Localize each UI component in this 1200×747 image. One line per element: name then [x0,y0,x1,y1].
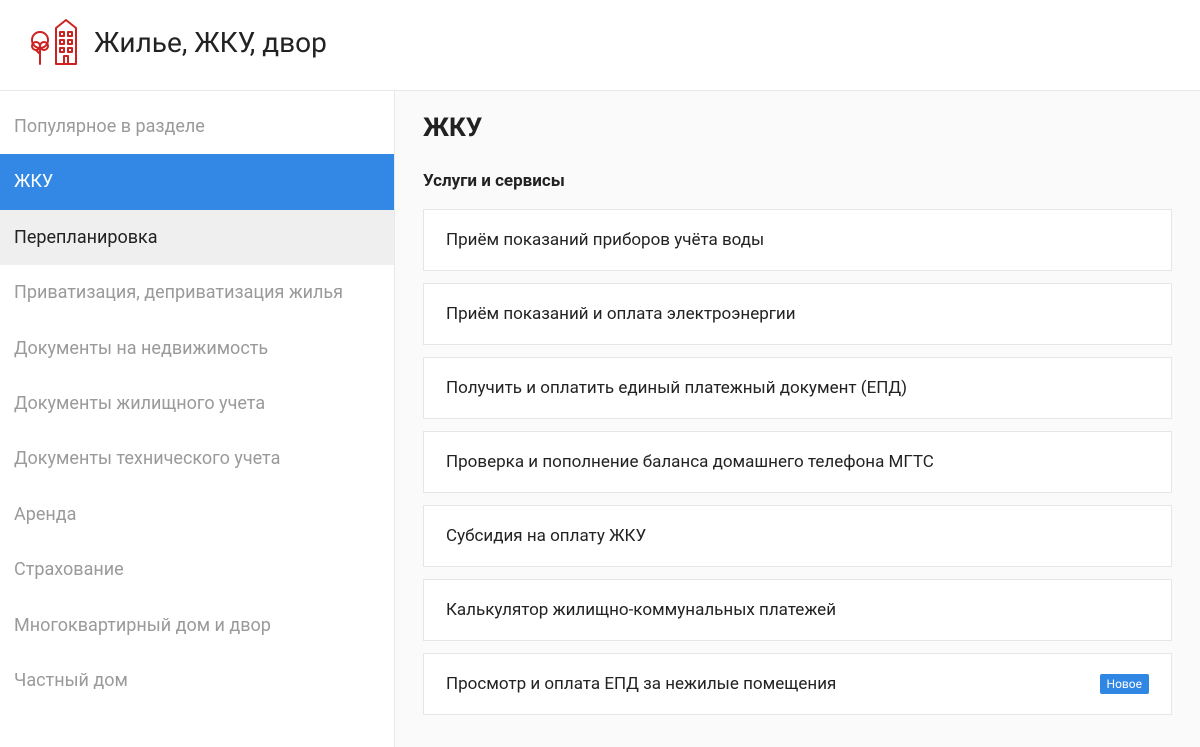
sidebar-item[interactable]: Популярное в разделе [0,99,394,154]
page-title: Жилье, ЖКУ, двор [94,26,327,59]
service-label: Просмотр и оплата ЕПД за нежилые помещен… [446,674,1088,694]
sidebar-item[interactable]: Страхование [0,542,394,597]
service-label: Приём показаний приборов учёта воды [446,230,1149,250]
service-label: Получить и оплатить единый платежный док… [446,378,1149,398]
page-header: Жилье, ЖКУ, двор [0,0,1200,91]
service-item[interactable]: Проверка и пополнение баланса домашнего … [423,431,1172,493]
layout: Популярное в разделеЖКУПерепланировкаПри… [0,91,1200,747]
service-item[interactable]: Приём показаний приборов учёта воды [423,209,1172,271]
sidebar: Популярное в разделеЖКУПерепланировкаПри… [0,91,395,747]
sidebar-item[interactable]: Документы жилищного учета [0,376,394,431]
service-label: Приём показаний и оплата электроэнергии [446,304,1149,324]
sidebar-item[interactable]: Приватизация, деприватизация жилья [0,265,394,320]
service-item[interactable]: Приём показаний и оплата электроэнергии [423,283,1172,345]
new-badge: Новое [1100,674,1149,694]
service-label: Проверка и пополнение баланса домашнего … [446,452,1149,472]
service-item[interactable]: Субсидия на оплату ЖКУ [423,505,1172,567]
service-item[interactable]: Просмотр и оплата ЕПД за нежилые помещен… [423,653,1172,715]
main-title: ЖКУ [423,113,1172,143]
housing-icon [30,18,78,66]
services-list: Приём показаний приборов учёта воды Приём… [423,209,1172,715]
service-label: Субсидия на оплату ЖКУ [446,526,1149,546]
service-label: Калькулятор жилищно-коммунальных платеже… [446,600,1149,620]
service-item[interactable]: Калькулятор жилищно-коммунальных платеже… [423,579,1172,641]
sidebar-item[interactable]: Многоквартирный дом и двор [0,598,394,653]
sidebar-item[interactable]: Частный дом [0,653,394,708]
sidebar-item[interactable]: Документы технического учета [0,431,394,486]
sidebar-item[interactable]: Документы на недвижимость [0,321,394,376]
sidebar-item[interactable]: ЖКУ [0,154,394,209]
service-item[interactable]: Получить и оплатить единый платежный док… [423,357,1172,419]
sidebar-item[interactable]: Перепланировка [0,210,394,265]
sidebar-item[interactable]: Аренда [0,487,394,542]
main-content: ЖКУ Услуги и сервисы Приём показаний при… [395,91,1200,747]
section-subtitle: Услуги и сервисы [423,171,1172,191]
